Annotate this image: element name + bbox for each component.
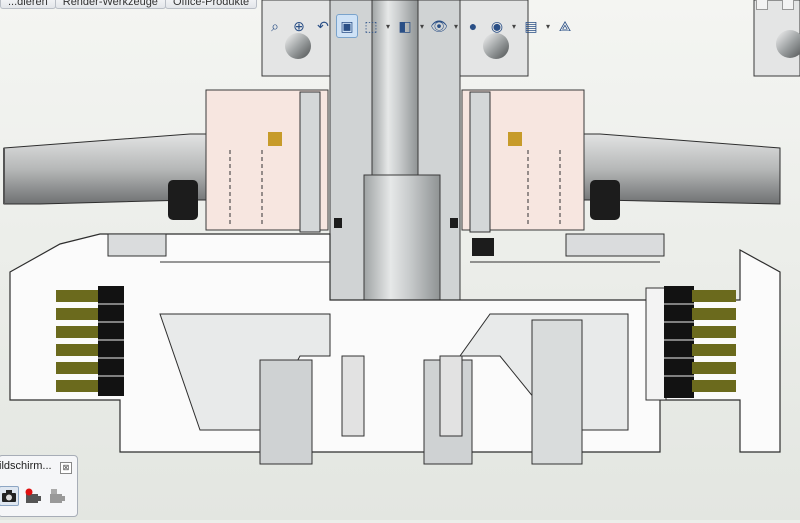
seal-left [168, 180, 198, 220]
brass-pin-left [268, 132, 282, 146]
window-restore-icon[interactable] [756, 0, 768, 10]
needle-bearing-right [469, 91, 491, 233]
zoom-to-fit-icon[interactable]: ⌕ [264, 14, 286, 38]
dropdown-arrow-icon[interactable]: ▾ [452, 22, 460, 31]
brass-pin-right [508, 132, 522, 146]
panel-toolbar [0, 486, 67, 506]
triad-icon[interactable]: ⟁ [554, 14, 576, 38]
tab-2[interactable]: Office-Produkte [164, 0, 258, 9]
tab-1[interactable]: Render-Werkzeuge [54, 0, 166, 9]
dropdown-arrow-icon[interactable]: ▾ [384, 22, 392, 31]
camera-icon[interactable] [0, 486, 19, 506]
section-view-icon[interactable]: ▣ [336, 14, 358, 38]
needle-bearing-left [299, 91, 321, 233]
cad-section-view [0, 0, 800, 520]
dropdown-arrow-icon[interactable]: ▾ [544, 22, 552, 31]
record-video-icon[interactable] [23, 486, 43, 506]
dropdown-arrow-icon[interactable]: ▾ [418, 22, 426, 31]
display-style-icon[interactable]: ◧ [394, 14, 416, 38]
graphics-viewport[interactable] [0, 0, 800, 520]
previous-view-icon[interactable]: ↶ [312, 14, 334, 38]
heads-up-view-toolbar: ⌕ ⊕ ↶ ▣ ⬚ ▾ ◧ ▾ 👁 ▾ ● ◉ ▾ ▤ ▾ ⟁ [264, 12, 576, 40]
hide-show-items-icon[interactable]: 👁 [428, 14, 450, 38]
command-manager-tabs: ...dieren Render-Werkzeuge Office-Produkte [0, 0, 258, 10]
seal-right [590, 180, 620, 220]
window-close-icon[interactable] [782, 0, 794, 10]
view-settings-icon[interactable]: ▤ [520, 14, 542, 38]
screen-capture-panel: ildschirm... ⊠ [0, 455, 78, 517]
view-orientation-icon[interactable]: ⬚ [360, 14, 382, 38]
panel-title: ildschirm... [0, 460, 52, 472]
edit-appearance-icon[interactable]: ● [462, 14, 484, 38]
zoom-to-area-icon[interactable]: ⊕ [288, 14, 310, 38]
panel-close-icon[interactable]: ⊠ [60, 462, 72, 474]
apply-scene-icon[interactable]: ◉ [486, 14, 508, 38]
stop-record-icon[interactable] [47, 486, 67, 506]
tab-0[interactable]: ...dieren [0, 0, 56, 9]
dropdown-arrow-icon[interactable]: ▾ [510, 22, 518, 31]
window-controls [756, 0, 794, 10]
